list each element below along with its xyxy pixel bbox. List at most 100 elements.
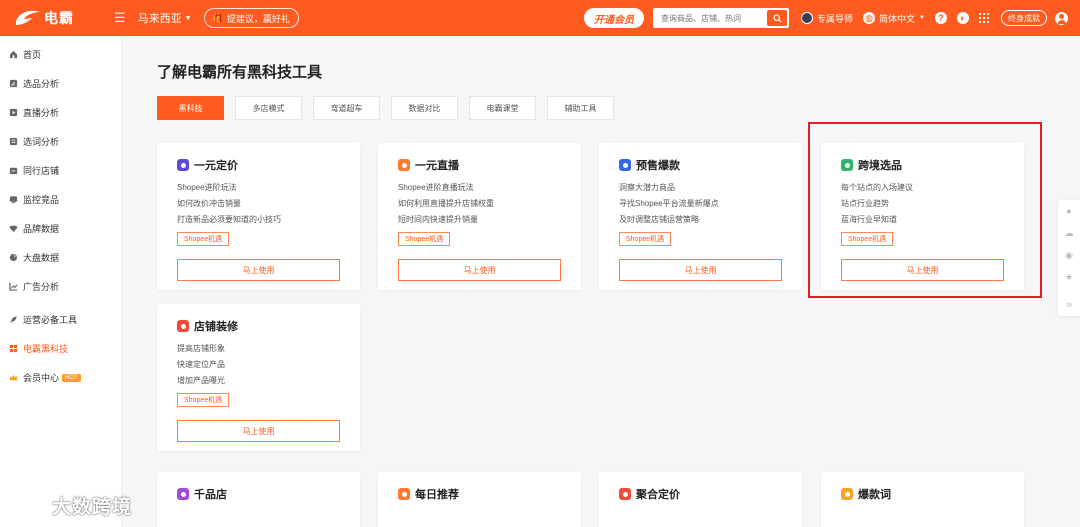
pricing-icon [177, 159, 189, 171]
sidebar-item-member-center[interactable]: 会员中心 HOT [0, 363, 121, 392]
card-title: 聚合定价 [636, 489, 680, 501]
achievement-badge[interactable]: 终身成就 [1001, 10, 1047, 26]
tab-aux-tools[interactable]: 辅助工具 [547, 96, 614, 120]
collapse-icon[interactable]: » [1058, 294, 1080, 316]
feedback-button[interactable]: 🎁 提建议，赢好礼 [203, 8, 299, 28]
advisor-link[interactable]: 专属导师 [801, 12, 853, 25]
sidebar-item-black-tech[interactable]: 电霸黑科技 [0, 334, 121, 363]
help-button[interactable]: ? [935, 12, 947, 24]
sidebar-item-label: 运营必备工具 [23, 315, 78, 325]
planet-icon: ◐ [957, 12, 969, 24]
search-box [653, 8, 790, 28]
advisor-avatar [801, 12, 814, 24]
card-desc: 寻找Shopee平台流量新爆点 [619, 199, 719, 208]
sidebar-item-live-analysis[interactable]: 直播分析 [0, 98, 121, 127]
sidebar-item-label: 直播分析 [23, 108, 60, 118]
logo-text: 电霸 [44, 10, 74, 26]
highlight-box [808, 122, 1042, 298]
sidebar-item-keyword-analysis[interactable]: 选词分析 [0, 127, 121, 156]
sidebar-item-label: 首页 [23, 50, 42, 60]
tool-card-shop-decoration: 店铺装修 提高店铺形象 快速定位产品 增加产品曝光 Shopee机遇 马上使用 [157, 304, 360, 451]
sidebar-item-product-analysis[interactable]: 选品分析 [0, 69, 121, 98]
page-title: 了解电霸所有黑科技工具 [157, 64, 323, 81]
tab-black-tech[interactable]: 黑科技 [157, 96, 224, 120]
sidebar-item-home[interactable]: 首页 [0, 40, 121, 69]
gift-icon: 🎁 [212, 12, 224, 23]
tab-classroom[interactable]: 电霸课堂 [469, 96, 536, 120]
sidebar-item-ops-tools[interactable]: 运营必备工具 [0, 305, 121, 334]
sidebar: 首页 选品分析 直播分析 选词分析 同行店铺 监控竞品 品牌数据 大盘数据 广告… [0, 36, 122, 527]
search-button[interactable] [767, 10, 788, 26]
use-now-button[interactable]: 马上使用 [177, 420, 340, 442]
search-input[interactable] [653, 9, 764, 27]
right-float-rail: ● ☁ ◉ ★ » [1058, 200, 1080, 316]
user-icon[interactable] [1055, 11, 1068, 25]
sidebar-item-label: 监控竞品 [23, 195, 60, 205]
card-title: 爆款词 [858, 489, 891, 501]
sidebar-item-peer-shops[interactable]: 同行店铺 [0, 156, 121, 185]
sidebar-item-ad-analysis[interactable]: 广告分析 [0, 272, 121, 301]
sidebar-item-market-data[interactable]: 大盘数据 [0, 243, 121, 272]
use-now-button[interactable]: 马上使用 [619, 259, 782, 281]
language-label: 简体中文 [879, 13, 916, 24]
card-title: 一元直播 [415, 160, 459, 172]
apps-grid-icon[interactable] [979, 13, 989, 23]
card-desc: Shopee进阶直播玩法 [398, 183, 474, 192]
sidebar-item-label: 大盘数据 [23, 253, 60, 263]
logo-icon [14, 9, 42, 27]
chat-icon[interactable]: ◉ [1058, 244, 1080, 266]
chevron-down-icon: ▼ [184, 14, 192, 22]
card-desc: 洞察大潜力商品 [619, 183, 675, 192]
logo[interactable]: 电霸 [14, 8, 84, 28]
region-select[interactable]: 马来西亚 ▼ [138, 10, 192, 26]
apps-icon [9, 344, 18, 353]
search-icon [773, 13, 782, 23]
help-icon: ? [935, 12, 947, 24]
vip-button[interactable]: 开通会员 [584, 8, 645, 28]
card-title: 千品店 [194, 489, 227, 501]
watermark-text: 大数跨境 [52, 497, 133, 518]
store-icon [177, 488, 189, 500]
shop-icon [9, 166, 18, 175]
use-now-button[interactable]: 马上使用 [177, 259, 340, 281]
region-label: 马来西亚 [137, 13, 182, 25]
planet-button[interactable]: ◐ [957, 12, 969, 24]
menu-toggle-icon[interactable]: ☰ [114, 10, 126, 26]
tab-data-compare[interactable]: 数据对比 [391, 96, 458, 120]
star-icon[interactable]: ★ [1058, 266, 1080, 288]
sidebar-item-brand-data[interactable]: 品牌数据 [0, 214, 121, 243]
keyword-icon [841, 488, 853, 500]
card-tag: Shopee机遇 [619, 232, 672, 246]
tool-card-hot-keywords: 爆款词 [821, 472, 1024, 527]
language-select[interactable]: ◍ 简体中文 ▼ [863, 12, 925, 25]
sidebar-item-label: 电霸黑科技 [23, 344, 69, 354]
card-desc: 及时调整店铺运营策略 [619, 215, 699, 224]
tool-card-daily-recommend: 每日推荐 [378, 472, 581, 527]
card-tag: Shopee机遇 [177, 393, 230, 407]
home-icon [9, 50, 18, 59]
use-now-button[interactable]: 马上使用 [398, 259, 561, 281]
card-desc: 如何利用直播提升店铺权重 [398, 199, 494, 208]
rocket-icon [9, 315, 18, 324]
feedback-label: 提建议，赢好礼 [226, 13, 290, 24]
trend-icon [9, 282, 18, 291]
tab-overtake[interactable]: 弯道超车 [313, 96, 380, 120]
wechat-icon[interactable]: ● [1058, 200, 1080, 222]
card-desc: 短时间内快速提升销量 [398, 215, 478, 224]
card-tag: Shopee机遇 [177, 232, 230, 246]
top-bar: 电霸 ☰ 马来西亚 ▼ 🎁 提建议，赢好礼 开通会员 专属导师 ◍ 简体中文 ▼… [0, 0, 1080, 36]
monitor-icon [9, 195, 18, 204]
tool-card-one-yuan-live: 一元直播 Shopee进阶直播玩法 如何利用直播提升店铺权重 短时间内快速提升销… [378, 143, 581, 290]
cloud-icon[interactable]: ☁ [1058, 222, 1080, 244]
globe-icon: ◍ [863, 12, 876, 24]
sidebar-item-label: 广告分析 [23, 282, 60, 292]
sidebar-item-monitor[interactable]: 监控竞品 [0, 185, 121, 214]
card-desc: Shopee进阶玩法 [177, 183, 237, 192]
decoration-icon [177, 320, 189, 332]
card-desc: 打造新品必须要知道的小技巧 [177, 215, 281, 224]
card-title: 每日推荐 [415, 489, 459, 501]
card-desc: 提高店铺形象 [177, 344, 225, 353]
main-content: 了解电霸所有黑科技工具 黑科技 多店模式 弯道超车 数据对比 电霸课堂 辅助工具… [122, 36, 1080, 527]
tab-multi-store[interactable]: 多店模式 [235, 96, 302, 120]
tool-card-presale-hot: 预售爆款 洞察大潜力商品 寻找Shopee平台流量新爆点 及时调整店铺运营策略 … [599, 143, 802, 290]
